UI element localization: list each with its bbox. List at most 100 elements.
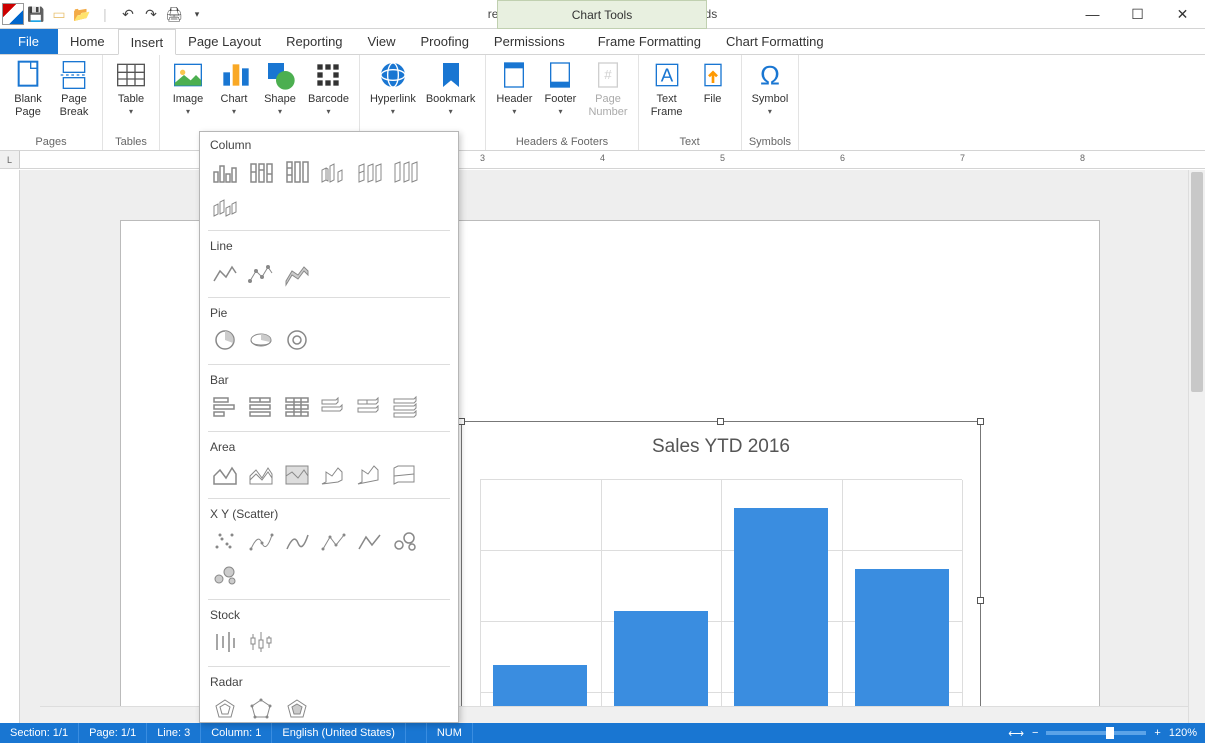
blank-page-button[interactable]: Blank Page [6, 57, 50, 121]
status-num[interactable]: NUM [426, 723, 473, 743]
chart-type-stacked-bar[interactable] [246, 393, 276, 421]
chart-type-3d-column[interactable] [210, 192, 240, 220]
image-button[interactable]: Image ▾ [166, 57, 210, 118]
app-icon[interactable] [2, 3, 24, 25]
text-frame-button[interactable]: A Text Frame [645, 57, 689, 121]
chart-type-100-stacked-bar[interactable] [282, 393, 312, 421]
chart-type-3d-clustered-column[interactable] [318, 158, 348, 186]
barcode-button[interactable]: Barcode ▾ [304, 57, 353, 118]
chart-type-radar-markers[interactable] [246, 695, 276, 723]
zoom-slider-thumb[interactable] [1106, 727, 1114, 739]
chart-type-dropdown: Column Line Pie Bar [199, 131, 459, 723]
chart-type-3d-clustered-bar[interactable] [318, 393, 348, 421]
chart-type-filled-radar[interactable] [282, 695, 312, 723]
chart-type-stacked-area[interactable] [246, 460, 276, 488]
chart-type-scatter-lines[interactable] [354, 527, 384, 555]
scrollbar-thumb[interactable] [1191, 172, 1203, 392]
maximize-icon[interactable]: ☐ [1115, 0, 1160, 29]
tab-chart-formatting[interactable]: Chart Formatting [714, 29, 837, 54]
chart-type-3d-bubble[interactable] [210, 561, 240, 589]
chart-type-3d-area[interactable] [318, 460, 348, 488]
zoom-slider[interactable] [1046, 731, 1146, 735]
chart-type-area[interactable] [210, 460, 240, 488]
undo-icon[interactable]: ↶ [117, 3, 139, 25]
zoom-in-icon[interactable]: + [1154, 727, 1160, 739]
tab-home[interactable]: Home [58, 29, 118, 54]
table-button[interactable]: Table ▾ [109, 57, 153, 118]
page-number-button[interactable]: # Page Number [584, 57, 631, 121]
symbol-icon: Ω [754, 59, 786, 91]
tab-file[interactable]: File [0, 29, 58, 54]
tab-proofing[interactable]: Proofing [409, 29, 482, 54]
tab-reporting[interactable]: Reporting [274, 29, 355, 54]
page-viewport[interactable]: Sales YTD 2016 [20, 170, 1205, 723]
header-button[interactable]: Header ▾ [492, 57, 536, 118]
ruler-corner[interactable]: L [0, 151, 20, 169]
status-language[interactable]: English (United States) [272, 723, 406, 743]
chart-type-3d-100-stacked-column[interactable] [390, 158, 420, 186]
chart-type-line-markers[interactable] [246, 259, 276, 287]
chart-type-stock-hlc[interactable] [210, 628, 240, 656]
chart-type-scatter-smooth-markers[interactable] [246, 527, 276, 555]
chart-type-3d-stacked-bar[interactable] [354, 393, 384, 421]
shape-button[interactable]: Shape ▾ [258, 57, 302, 118]
new-icon[interactable]: ▭ [48, 3, 70, 25]
status-page[interactable]: Page: 1/1 [79, 723, 147, 743]
footer-button[interactable]: Footer ▾ [538, 57, 582, 118]
symbol-button[interactable]: Ω Symbol ▾ [748, 57, 793, 118]
chart-type-clustered-bar[interactable] [210, 393, 240, 421]
resize-handle[interactable] [977, 597, 984, 604]
chart-type-scatter[interactable] [210, 527, 240, 555]
tab-page-layout[interactable]: Page Layout [176, 29, 274, 54]
chart-type-3d-stacked-area[interactable] [354, 460, 384, 488]
resize-handle[interactable] [717, 418, 724, 425]
tab-insert[interactable]: Insert [118, 29, 177, 55]
chart-type-100-stacked-area[interactable] [282, 460, 312, 488]
chart-type-scatter-lines-markers[interactable] [318, 527, 348, 555]
qa-dropdown-icon[interactable]: ▾ [186, 3, 208, 25]
chart-category-scatter: X Y (Scatter) [210, 507, 448, 521]
open-icon[interactable]: 📂 [71, 3, 93, 25]
chart-type-scatter-smooth[interactable] [282, 527, 312, 555]
status-column[interactable]: Column: 1 [201, 723, 272, 743]
svg-text:A: A [660, 65, 673, 86]
tab-permissions[interactable]: Permissions [482, 29, 578, 54]
chart-type-stock-ohlc[interactable] [246, 628, 276, 656]
tab-frame-formatting[interactable]: Frame Formatting [586, 29, 714, 54]
minimize-icon[interactable]: — [1070, 0, 1115, 29]
tab-view[interactable]: View [356, 29, 409, 54]
chart-type-pie[interactable] [210, 326, 240, 354]
chart-type-clustered-column[interactable] [210, 158, 240, 186]
chart-type-radar[interactable] [210, 695, 240, 723]
zoom-out-icon[interactable]: − [1032, 727, 1038, 739]
chart-button[interactable]: Chart ▾ [212, 57, 256, 118]
redo-icon[interactable]: ↷ [140, 3, 162, 25]
horizontal-ruler[interactable]: L 12345678 [0, 151, 1205, 169]
chart-type-3d-pie[interactable] [246, 326, 276, 354]
zoom-level[interactable]: 120% [1169, 727, 1197, 739]
save-icon[interactable]: 💾 [25, 3, 47, 25]
page-break-button[interactable]: Page Break [52, 57, 96, 121]
vertical-scrollbar[interactable] [1188, 170, 1205, 723]
resize-handle[interactable] [977, 418, 984, 425]
status-section[interactable]: Section: 1/1 [0, 723, 79, 743]
chart-type-100-stacked-column[interactable] [282, 158, 312, 186]
chart-object[interactable]: Sales YTD 2016 [461, 421, 981, 723]
status-line[interactable]: Line: 3 [147, 723, 201, 743]
chart-type-3d-100-stacked-area[interactable] [390, 460, 420, 488]
chart-type-bubble[interactable] [390, 527, 420, 555]
bookmark-button[interactable]: Bookmark ▾ [422, 57, 480, 118]
chart-type-line[interactable] [210, 259, 240, 287]
chart-type-doughnut[interactable] [282, 326, 312, 354]
vertical-ruler[interactable] [0, 170, 20, 723]
chart-type-stacked-column[interactable] [246, 158, 276, 186]
hyperlink-button[interactable]: Hyperlink ▾ [366, 57, 420, 118]
chart-type-3d-stacked-column[interactable] [354, 158, 384, 186]
chart-type-3d-line[interactable] [282, 259, 312, 287]
print-icon[interactable]: 🖨 [163, 3, 185, 25]
resize-handle[interactable] [458, 418, 465, 425]
file-button[interactable]: File [691, 57, 735, 108]
chart-type-3d-100-stacked-bar[interactable] [390, 393, 420, 421]
page-width-icon[interactable]: ⟷ [1008, 727, 1024, 740]
close-icon[interactable]: ✕ [1160, 0, 1205, 29]
